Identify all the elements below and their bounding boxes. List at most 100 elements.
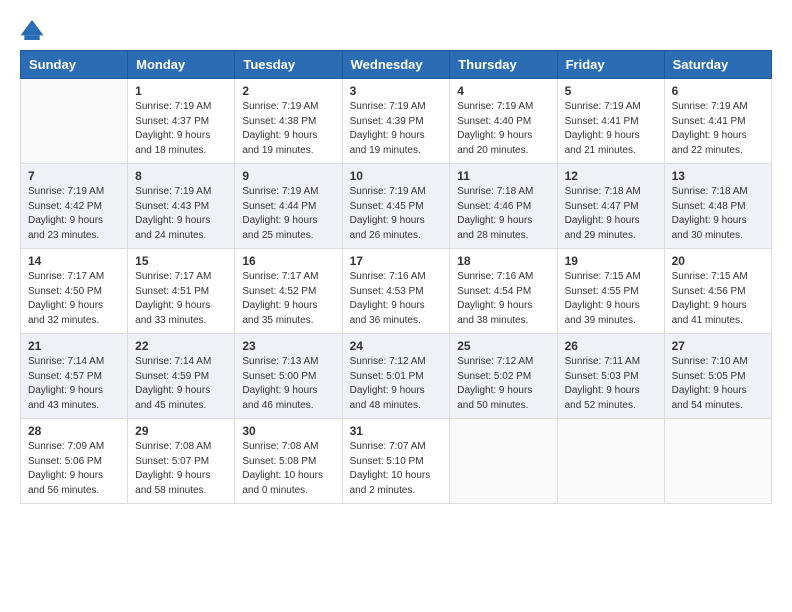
cell-info: Sunrise: 7:12 AM Sunset: 5:01 PM Dayligh… [350, 355, 443, 413]
day-number: 15 [135, 254, 227, 268]
day-number: 12 [565, 169, 657, 183]
calendar-cell: 4Sunrise: 7:19 AM Sunset: 4:40 PM Daylig… [450, 79, 557, 164]
cell-info: Sunrise: 7:19 AM Sunset: 4:43 PM Dayligh… [135, 185, 227, 243]
calendar-cell: 28 Sunrise: 7:09 AM Sunset: 5:06 PM Dayli… [21, 419, 128, 504]
calendar-cell: 21Sunrise: 7:14 AM Sunset: 4:57 PM Dayli… [21, 334, 128, 419]
calendar-cell: 24 Sunrise: 7:12 AM Sunset: 5:01 PM Dayli… [342, 334, 450, 419]
day-number: 24 [350, 339, 443, 353]
calendar-cell: 26 Sunrise: 7:11 AM Sunset: 5:03 PM Dayli… [557, 334, 664, 419]
col-header-saturday: Saturday [664, 51, 771, 79]
cell-info: Sunrise: 7:19 AM Sunset: 4:41 PM Dayligh… [565, 100, 657, 158]
day-number: 9 [242, 169, 334, 183]
cell-info: Sunrise: 7:17 AM Sunset: 4:50 PM Dayligh… [28, 270, 120, 328]
calendar-cell: 10 Sunrise: 7:19 AM Sunset: 4:45 PM Dayli… [342, 164, 450, 249]
day-number: 4 [457, 84, 549, 98]
calendar-cell: 19 Sunrise: 7:15 AM Sunset: 4:55 PM Dayli… [557, 249, 664, 334]
cell-info: Sunrise: 7:14 AM Sunset: 4:57 PM Dayligh… [28, 355, 120, 413]
day-number: 31 [350, 424, 443, 438]
week-row-5: 28 Sunrise: 7:09 AM Sunset: 5:06 PM Dayli… [21, 419, 772, 504]
calendar-cell: 17 Sunrise: 7:16 AM Sunset: 4:53 PM Dayli… [342, 249, 450, 334]
day-number: 5 [565, 84, 657, 98]
calendar-cell: 9 Sunrise: 7:19 AM Sunset: 4:44 PM Daylig… [235, 164, 342, 249]
calendar-table: SundayMondayTuesdayWednesdayThursdayFrid… [20, 50, 772, 504]
day-number: 6 [672, 84, 764, 98]
day-number: 1 [135, 84, 227, 98]
calendar-cell: 23 Sunrise: 7:13 AM Sunset: 5:00 PM Dayli… [235, 334, 342, 419]
cell-info: Sunrise: 7:19 AM Sunset: 4:42 PM Dayligh… [28, 185, 120, 243]
cell-info: Sunrise: 7:08 AM Sunset: 5:08 PM Dayligh… [242, 440, 334, 498]
calendar-cell [557, 419, 664, 504]
day-number: 27 [672, 339, 764, 353]
day-number: 18 [457, 254, 549, 268]
calendar-cell: 18Sunrise: 7:16 AM Sunset: 4:54 PM Dayli… [450, 249, 557, 334]
calendar-cell: 25 Sunrise: 7:12 AM Sunset: 5:02 PM Dayli… [450, 334, 557, 419]
calendar-cell: 3 Sunrise: 7:19 AM Sunset: 4:39 PM Daylig… [342, 79, 450, 164]
cell-info: Sunrise: 7:19 AM Sunset: 4:41 PM Dayligh… [672, 100, 764, 158]
calendar-header-row: SundayMondayTuesdayWednesdayThursdayFrid… [21, 51, 772, 79]
calendar-cell: 15 Sunrise: 7:17 AM Sunset: 4:51 PM Dayli… [128, 249, 235, 334]
calendar-cell: 22Sunrise: 7:14 AM Sunset: 4:59 PM Dayli… [128, 334, 235, 419]
calendar-cell: 30 Sunrise: 7:08 AM Sunset: 5:08 PM Dayli… [235, 419, 342, 504]
col-header-monday: Monday [128, 51, 235, 79]
calendar-cell: 14 Sunrise: 7:17 AM Sunset: 4:50 PM Dayli… [21, 249, 128, 334]
cell-info: Sunrise: 7:08 AM Sunset: 5:07 PM Dayligh… [135, 440, 227, 498]
col-header-friday: Friday [557, 51, 664, 79]
calendar-cell: 11 Sunrise: 7:18 AM Sunset: 4:46 PM Dayli… [450, 164, 557, 249]
day-number: 17 [350, 254, 443, 268]
col-header-thursday: Thursday [450, 51, 557, 79]
calendar-cell: 13Sunrise: 7:18 AM Sunset: 4:48 PM Dayli… [664, 164, 771, 249]
cell-info: Sunrise: 7:18 AM Sunset: 4:46 PM Dayligh… [457, 185, 549, 243]
calendar-cell [664, 419, 771, 504]
day-number: 30 [242, 424, 334, 438]
week-row-1: 1Sunrise: 7:19 AM Sunset: 4:37 PM Daylig… [21, 79, 772, 164]
day-number: 20 [672, 254, 764, 268]
cell-info: Sunrise: 7:10 AM Sunset: 5:05 PM Dayligh… [672, 355, 764, 413]
cell-info: Sunrise: 7:12 AM Sunset: 5:02 PM Dayligh… [457, 355, 549, 413]
page-header [20, 20, 772, 40]
week-row-2: 7 Sunrise: 7:19 AM Sunset: 4:42 PM Daylig… [21, 164, 772, 249]
cell-info: Sunrise: 7:19 AM Sunset: 4:38 PM Dayligh… [242, 100, 334, 158]
calendar-cell: 1Sunrise: 7:19 AM Sunset: 4:37 PM Daylig… [128, 79, 235, 164]
cell-info: Sunrise: 7:19 AM Sunset: 4:44 PM Dayligh… [242, 185, 334, 243]
day-number: 14 [28, 254, 120, 268]
week-row-4: 21Sunrise: 7:14 AM Sunset: 4:57 PM Dayli… [21, 334, 772, 419]
cell-info: Sunrise: 7:18 AM Sunset: 4:47 PM Dayligh… [565, 185, 657, 243]
calendar-cell: 16 Sunrise: 7:17 AM Sunset: 4:52 PM Dayli… [235, 249, 342, 334]
day-number: 25 [457, 339, 549, 353]
day-number: 7 [28, 169, 120, 183]
cell-info: Sunrise: 7:18 AM Sunset: 4:48 PM Dayligh… [672, 185, 764, 243]
day-number: 11 [457, 169, 549, 183]
day-number: 16 [242, 254, 334, 268]
day-number: 2 [242, 84, 334, 98]
cell-info: Sunrise: 7:17 AM Sunset: 4:51 PM Dayligh… [135, 270, 227, 328]
cell-info: Sunrise: 7:19 AM Sunset: 4:39 PM Dayligh… [350, 100, 443, 158]
cell-info: Sunrise: 7:07 AM Sunset: 5:10 PM Dayligh… [350, 440, 443, 498]
col-header-wednesday: Wednesday [342, 51, 450, 79]
calendar-cell: 31 Sunrise: 7:07 AM Sunset: 5:10 PM Dayli… [342, 419, 450, 504]
day-number: 26 [565, 339, 657, 353]
cell-info: Sunrise: 7:11 AM Sunset: 5:03 PM Dayligh… [565, 355, 657, 413]
day-number: 28 [28, 424, 120, 438]
calendar-cell [450, 419, 557, 504]
cell-info: Sunrise: 7:15 AM Sunset: 4:56 PM Dayligh… [672, 270, 764, 328]
cell-info: Sunrise: 7:17 AM Sunset: 4:52 PM Dayligh… [242, 270, 334, 328]
calendar-cell: 5 Sunrise: 7:19 AM Sunset: 4:41 PM Daylig… [557, 79, 664, 164]
calendar-cell: 29 Sunrise: 7:08 AM Sunset: 5:07 PM Dayli… [128, 419, 235, 504]
calendar-cell: 8 Sunrise: 7:19 AM Sunset: 4:43 PM Daylig… [128, 164, 235, 249]
day-number: 23 [242, 339, 334, 353]
calendar-cell: 20 Sunrise: 7:15 AM Sunset: 4:56 PM Dayli… [664, 249, 771, 334]
cell-info: Sunrise: 7:19 AM Sunset: 4:45 PM Dayligh… [350, 185, 443, 243]
col-header-tuesday: Tuesday [235, 51, 342, 79]
cell-info: Sunrise: 7:15 AM Sunset: 4:55 PM Dayligh… [565, 270, 657, 328]
cell-info: Sunrise: 7:13 AM Sunset: 5:00 PM Dayligh… [242, 355, 334, 413]
col-header-sunday: Sunday [21, 51, 128, 79]
day-number: 10 [350, 169, 443, 183]
day-number: 8 [135, 169, 227, 183]
calendar-cell: 7 Sunrise: 7:19 AM Sunset: 4:42 PM Daylig… [21, 164, 128, 249]
day-number: 19 [565, 254, 657, 268]
day-number: 29 [135, 424, 227, 438]
day-number: 3 [350, 84, 443, 98]
cell-info: Sunrise: 7:16 AM Sunset: 4:53 PM Dayligh… [350, 270, 443, 328]
cell-info: Sunrise: 7:09 AM Sunset: 5:06 PM Dayligh… [28, 440, 120, 498]
calendar-cell: 27 Sunrise: 7:10 AM Sunset: 5:05 PM Dayli… [664, 334, 771, 419]
